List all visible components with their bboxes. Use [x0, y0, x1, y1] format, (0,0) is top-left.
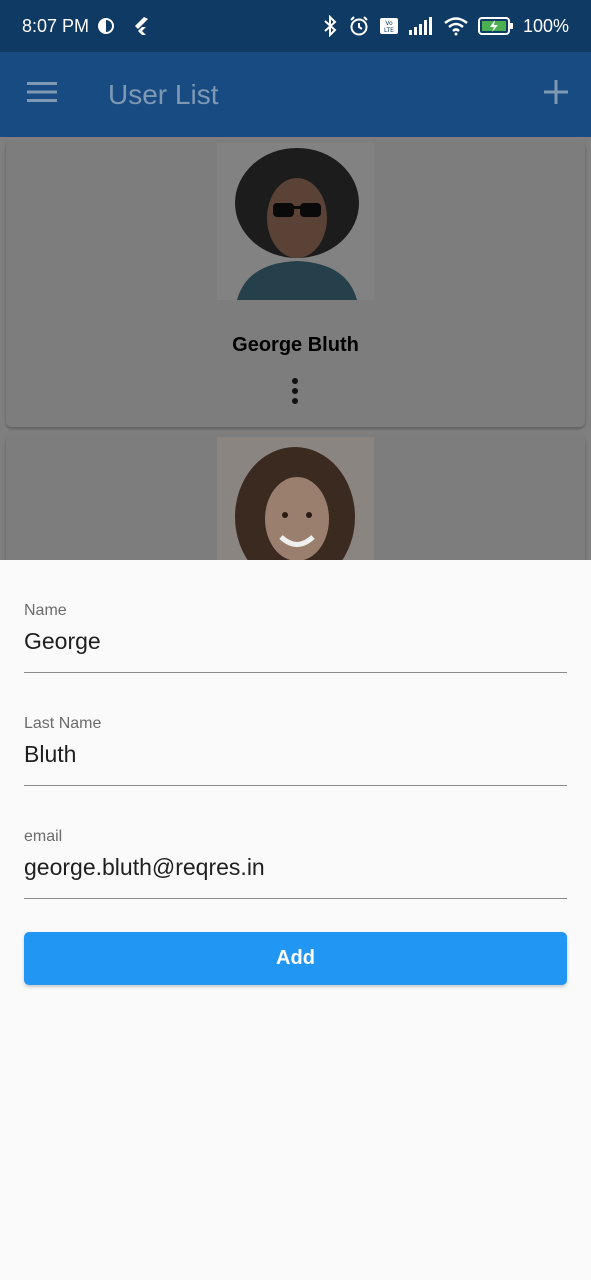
signal-icon — [408, 16, 434, 36]
user-card[interactable]: George Bluth — [6, 141, 585, 427]
add-user-button[interactable] — [521, 52, 591, 137]
user-card[interactable] — [6, 435, 585, 560]
user-name: George Bluth — [232, 334, 359, 356]
flutter-icon — [133, 16, 149, 36]
name-input[interactable]: George — [24, 628, 101, 655]
volte-icon: Vo LTE — [379, 17, 399, 35]
status-bar: 8:07 PM Vo LTE 100% — [0, 0, 591, 52]
svg-text:LTE: LTE — [384, 27, 394, 34]
app-bar: User List — [0, 52, 591, 137]
name-field[interactable]: Name George — [24, 560, 567, 673]
email-input[interactable]: george.bluth@reqres.in — [24, 854, 265, 881]
field-label: email — [24, 828, 63, 845]
field-label: Last Name — [24, 715, 102, 732]
last-name-field[interactable]: Last Name Bluth — [24, 673, 567, 786]
field-label: Name — [24, 602, 67, 619]
avatar — [217, 143, 374, 300]
menu-button[interactable] — [0, 52, 84, 137]
add-button[interactable]: Add — [24, 932, 567, 985]
add-user-sheet: Name George Last Name Bluth email george… — [0, 560, 591, 1280]
divider — [24, 898, 567, 899]
notification-icon — [97, 17, 115, 35]
bluetooth-icon — [321, 15, 339, 37]
avatar — [217, 437, 374, 560]
email-field[interactable]: email george.bluth@reqres.in — [24, 786, 567, 899]
more-vert-icon — [291, 377, 299, 409]
alarm-icon — [348, 15, 370, 37]
battery-icon — [477, 16, 514, 36]
menu-icon — [27, 81, 57, 108]
wifi-icon — [443, 16, 469, 36]
page-title: User List — [108, 78, 219, 110]
last-name-input[interactable]: Bluth — [24, 741, 76, 768]
more-button[interactable] — [280, 375, 310, 411]
status-time: 8:07 PM — [22, 15, 90, 36]
battery-percent: 100% — [522, 15, 569, 36]
plus-icon — [544, 80, 568, 109]
svg-text:Vo: Vo — [385, 20, 393, 27]
user-list: George Bluth — [0, 137, 591, 560]
